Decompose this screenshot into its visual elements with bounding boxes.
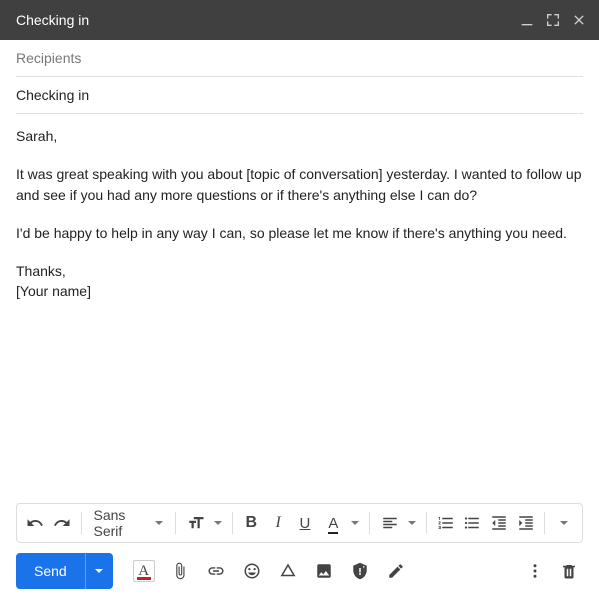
message-body[interactable]: Sarah, It was great speaking with you ab… bbox=[0, 114, 599, 503]
toolbar-separator bbox=[369, 512, 370, 534]
undo-button[interactable] bbox=[23, 509, 48, 537]
font-family-label: Sans Serif bbox=[94, 507, 150, 539]
body-paragraph: It was great speaking with you about [to… bbox=[16, 164, 583, 205]
body-paragraph: Thanks, bbox=[16, 261, 583, 281]
toolbar-separator bbox=[81, 512, 82, 534]
body-paragraph: [Your name] bbox=[16, 281, 583, 301]
close-icon[interactable] bbox=[571, 12, 587, 28]
text-color-icon: A bbox=[319, 509, 347, 537]
chevron-down-icon bbox=[347, 509, 363, 537]
bulleted-list-button[interactable] bbox=[460, 509, 485, 537]
align-control[interactable] bbox=[376, 509, 420, 537]
align-left-icon bbox=[376, 509, 404, 537]
minimize-icon[interactable] bbox=[519, 12, 535, 28]
body-paragraph: Sarah, bbox=[16, 126, 583, 146]
insert-drive-button[interactable] bbox=[273, 557, 303, 585]
chevron-down-icon bbox=[95, 569, 103, 573]
bold-button[interactable]: B bbox=[239, 509, 264, 537]
toolbar-separator bbox=[232, 512, 233, 534]
discard-draft-button[interactable] bbox=[555, 557, 583, 585]
compose-bottom-bar: Send A bbox=[0, 553, 599, 605]
chevron-down-icon bbox=[210, 509, 226, 537]
toolbar-separator bbox=[544, 512, 545, 534]
compose-right-icons bbox=[521, 557, 583, 585]
insert-photo-button[interactable] bbox=[309, 557, 339, 585]
compose-header: Checking in bbox=[0, 0, 599, 40]
more-options-button[interactable] bbox=[521, 557, 549, 585]
expand-icon[interactable] bbox=[545, 12, 561, 28]
chevron-down-icon bbox=[404, 509, 420, 537]
send-options-button[interactable] bbox=[85, 553, 113, 589]
compose-action-icons: A bbox=[129, 557, 411, 585]
insert-signature-button[interactable] bbox=[381, 557, 411, 585]
numbered-list-button[interactable] bbox=[433, 509, 458, 537]
indent-increase-button[interactable] bbox=[514, 509, 539, 537]
chevron-down-icon bbox=[155, 521, 163, 525]
font-size-icon bbox=[182, 509, 210, 537]
font-family-select[interactable]: Sans Serif bbox=[88, 509, 170, 537]
subject-field[interactable]: Checking in bbox=[16, 77, 583, 114]
send-group: Send bbox=[16, 553, 113, 589]
insert-link-button[interactable] bbox=[201, 557, 231, 585]
compose-fields: Recipients Checking in bbox=[0, 40, 599, 114]
text-color-control[interactable]: A bbox=[319, 509, 363, 537]
recipients-field[interactable]: Recipients bbox=[16, 40, 583, 77]
confidential-mode-button[interactable] bbox=[345, 557, 375, 585]
formatting-toolbar: Sans Serif B I U A bbox=[16, 503, 583, 543]
body-paragraph: I'd be happy to help in any way I can, s… bbox=[16, 223, 583, 243]
more-formatting-button[interactable] bbox=[551, 509, 576, 537]
toolbar-separator bbox=[175, 512, 176, 534]
underline-button[interactable]: U bbox=[293, 509, 318, 537]
toolbar-separator bbox=[426, 512, 427, 534]
window-controls bbox=[519, 12, 587, 28]
insert-emoji-button[interactable] bbox=[237, 557, 267, 585]
formatting-toggle-button[interactable]: A bbox=[129, 557, 159, 585]
font-size-control[interactable] bbox=[182, 509, 226, 537]
italic-button[interactable]: I bbox=[266, 509, 291, 537]
indent-decrease-button[interactable] bbox=[487, 509, 512, 537]
attach-file-button[interactable] bbox=[165, 557, 195, 585]
send-button[interactable]: Send bbox=[16, 553, 85, 589]
redo-button[interactable] bbox=[50, 509, 75, 537]
compose-title: Checking in bbox=[16, 12, 519, 28]
